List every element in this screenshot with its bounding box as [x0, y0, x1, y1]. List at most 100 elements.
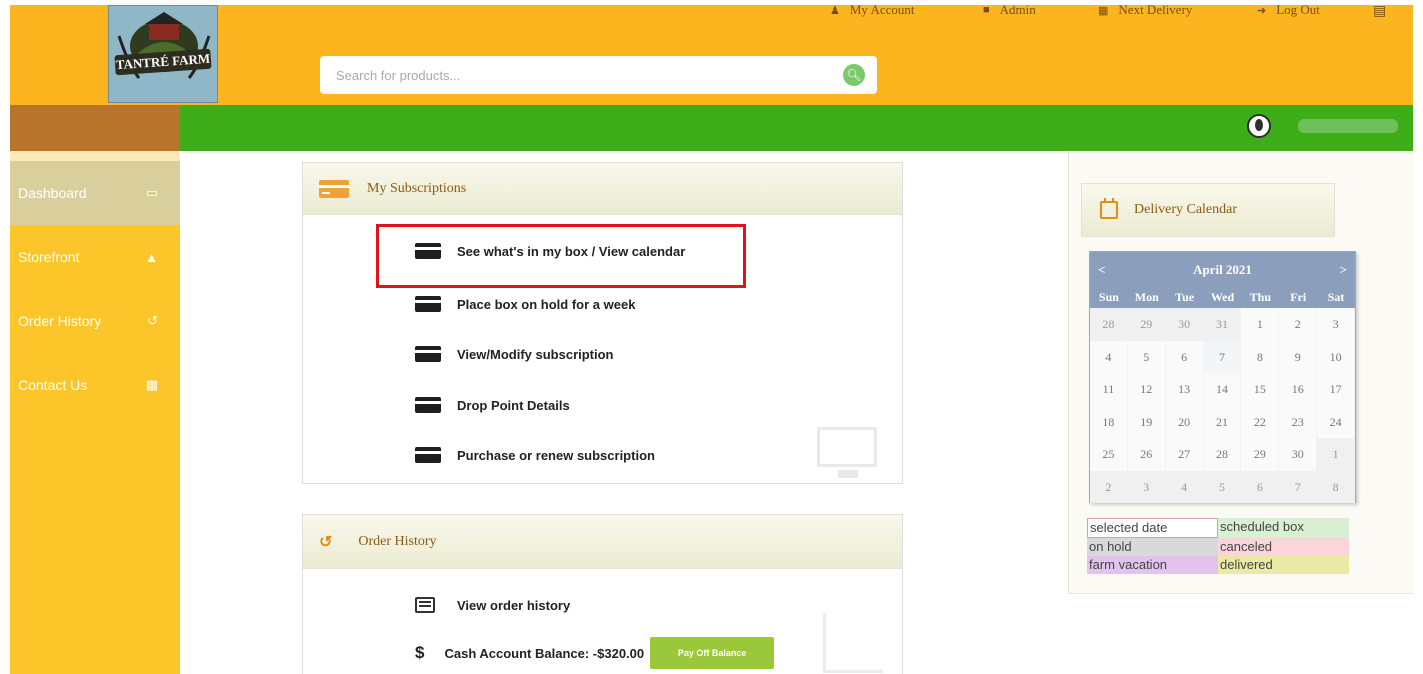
calendar-day[interactable]: 3: [1127, 470, 1166, 503]
link-drop-point[interactable]: Drop Point Details: [415, 397, 570, 413]
history-icon: ↺: [319, 533, 333, 551]
calendar-day[interactable]: 10: [1317, 340, 1355, 373]
green-bar: [180, 105, 1413, 151]
user-name-blurred[interactable]: [1298, 119, 1398, 133]
balance-row: $ Cash Account Balance: -$320.00 Pay Off…: [415, 637, 775, 669]
calendar-day[interactable]: 30: [1279, 438, 1318, 471]
calendar-nav: < April 2021 >: [1090, 252, 1355, 287]
calendar-day[interactable]: 30: [1165, 308, 1204, 341]
calendar-day[interactable]: 23: [1279, 405, 1318, 438]
calendar-day[interactable]: 14: [1203, 373, 1242, 406]
calendar-day[interactable]: 24: [1317, 405, 1355, 438]
search-input[interactable]: [320, 56, 820, 94]
calendar-day[interactable]: 28: [1203, 438, 1242, 471]
calendar-day[interactable]: 9: [1279, 340, 1318, 373]
farm-logo[interactable]: TANTRÉ FARM: [108, 5, 218, 103]
calendar-day[interactable]: 25: [1090, 438, 1128, 471]
calendar-day[interactable]: 4: [1090, 340, 1128, 373]
dow-label: Sat: [1327, 290, 1345, 304]
calendar-day[interactable]: 1: [1241, 308, 1280, 341]
link-label: View order history: [457, 597, 571, 613]
calendar-day[interactable]: 8: [1241, 340, 1280, 373]
list-icon: [415, 597, 435, 613]
calendar-day[interactable]: 27: [1165, 438, 1204, 471]
calendar-day[interactable]: 7: [1203, 340, 1242, 373]
user-avatar-icon[interactable]: [1247, 114, 1271, 138]
sidebar-item-storefront[interactable]: Storefront ▲: [10, 225, 180, 289]
calendar-day[interactable]: 29: [1241, 438, 1280, 471]
calendar-day[interactable]: 6: [1241, 470, 1280, 503]
sidebar-item-label: Storefront: [18, 249, 80, 265]
nav-my-account[interactable]: ♟ My Account: [830, 1, 915, 19]
calendar-day[interactable]: 26: [1127, 438, 1166, 471]
legend-item: delivered: [1218, 556, 1349, 574]
calendar-day[interactable]: 13: [1165, 373, 1204, 406]
calendar-day[interactable]: 7: [1279, 470, 1318, 503]
link-label: Drop Point Details: [457, 397, 570, 413]
calendar-column: Delivery Calendar < April 2021 > Sun Mon…: [1068, 151, 1413, 594]
calendar-day[interactable]: 16: [1279, 373, 1318, 406]
calendar-day[interactable]: 1: [1317, 438, 1355, 471]
calendar-day[interactable]: 22: [1241, 405, 1280, 438]
sidebar-top-strip: [10, 151, 180, 161]
calendar-day[interactable]: 12: [1127, 373, 1166, 406]
calendar-day[interactable]: 29: [1127, 308, 1166, 341]
calendar-legend: selected date scheduled box on hold cancele…: [1087, 518, 1349, 574]
user-icon: ♟: [830, 4, 840, 17]
dow-label: Thu: [1249, 290, 1272, 304]
header-bar: TANTRÉ FARM 🔍︎: [10, 5, 1413, 105]
sidebar-item-label: Contact Us: [18, 377, 88, 393]
calendar-header: Delivery Calendar: [1081, 183, 1335, 237]
sidebar-item-contact-us[interactable]: Contact Us ▩: [10, 353, 180, 417]
sidebar-item-order-history[interactable]: Order History ↺: [10, 289, 180, 353]
calendar-day[interactable]: 2: [1279, 308, 1318, 341]
sidebar-item-label: Order History: [18, 313, 102, 329]
history-icon: ↺: [147, 313, 158, 328]
calendar-icon: ▦: [1098, 4, 1109, 17]
sidebar: Dashboard ▭ Storefront ▲ Order History ↺…: [10, 151, 180, 674]
search-box: 🔍︎: [320, 56, 877, 94]
calendar-month: April 2021: [1193, 261, 1252, 277]
calendar-day[interactable]: 2: [1090, 470, 1128, 503]
calendar-day[interactable]: 4: [1165, 470, 1204, 503]
card-icon: [415, 447, 441, 463]
calendar-day[interactable]: 11: [1090, 373, 1128, 406]
calendar-day[interactable]: 5: [1127, 340, 1166, 373]
nav-next-delivery[interactable]: ▦ Next Delivery: [1098, 1, 1192, 19]
pay-off-balance-button[interactable]: Pay Off Balance: [650, 637, 775, 669]
link-modify-subscription[interactable]: View/Modify subscription: [415, 346, 614, 362]
calendar-day[interactable]: 18: [1090, 405, 1128, 438]
calendar-day[interactable]: 17: [1317, 373, 1355, 406]
calendar-day[interactable]: 28: [1090, 308, 1128, 341]
search-icon[interactable]: 🔍︎: [843, 64, 865, 86]
calendar-day[interactable]: 3: [1317, 308, 1355, 341]
calendar-day[interactable]: 20: [1165, 405, 1204, 438]
nav-log-out[interactable]: ➜ Log Out: [1257, 1, 1320, 19]
subscriptions-header: My Subscriptions: [303, 163, 902, 215]
link-hold-box[interactable]: Place box on hold for a week: [415, 296, 635, 312]
card-icon: [415, 346, 441, 362]
calendar-day[interactable]: 19: [1127, 405, 1166, 438]
nav-admin[interactable]: ■ Admin: [983, 1, 1036, 19]
legend-item: on hold: [1087, 538, 1218, 556]
calendar-day[interactable]: 6: [1165, 340, 1204, 373]
calendar-day[interactable]: 21: [1203, 405, 1242, 438]
calendar-day[interactable]: 15: [1241, 373, 1280, 406]
subscriptions-panel: My Subscriptions See what's in my box / …: [302, 162, 903, 484]
calendar-day[interactable]: 8: [1317, 470, 1355, 503]
order-history-header: ↺ Order History: [303, 515, 902, 569]
order-history-panel: ↺ Order History View order history $ Cas…: [302, 514, 903, 674]
link-purchase-subscription[interactable]: Purchase or renew subscription: [415, 447, 655, 463]
link-label: View/Modify subscription: [457, 346, 614, 362]
calendar-day[interactable]: 5: [1203, 470, 1242, 503]
order-history-title: Order History: [358, 533, 437, 549]
legend-item: scheduled box: [1218, 518, 1349, 538]
nav-next-delivery-label: Next Delivery: [1118, 2, 1193, 17]
dow-label: Mon: [1134, 290, 1159, 304]
cart-icon[interactable]: ▤: [1373, 2, 1386, 19]
next-month-button[interactable]: >: [1340, 262, 1347, 278]
prev-month-button[interactable]: <: [1098, 262, 1105, 278]
sidebar-item-dashboard[interactable]: Dashboard ▭: [10, 161, 180, 225]
link-view-order-history[interactable]: View order history: [415, 597, 570, 613]
calendar-day[interactable]: 31: [1203, 308, 1242, 341]
